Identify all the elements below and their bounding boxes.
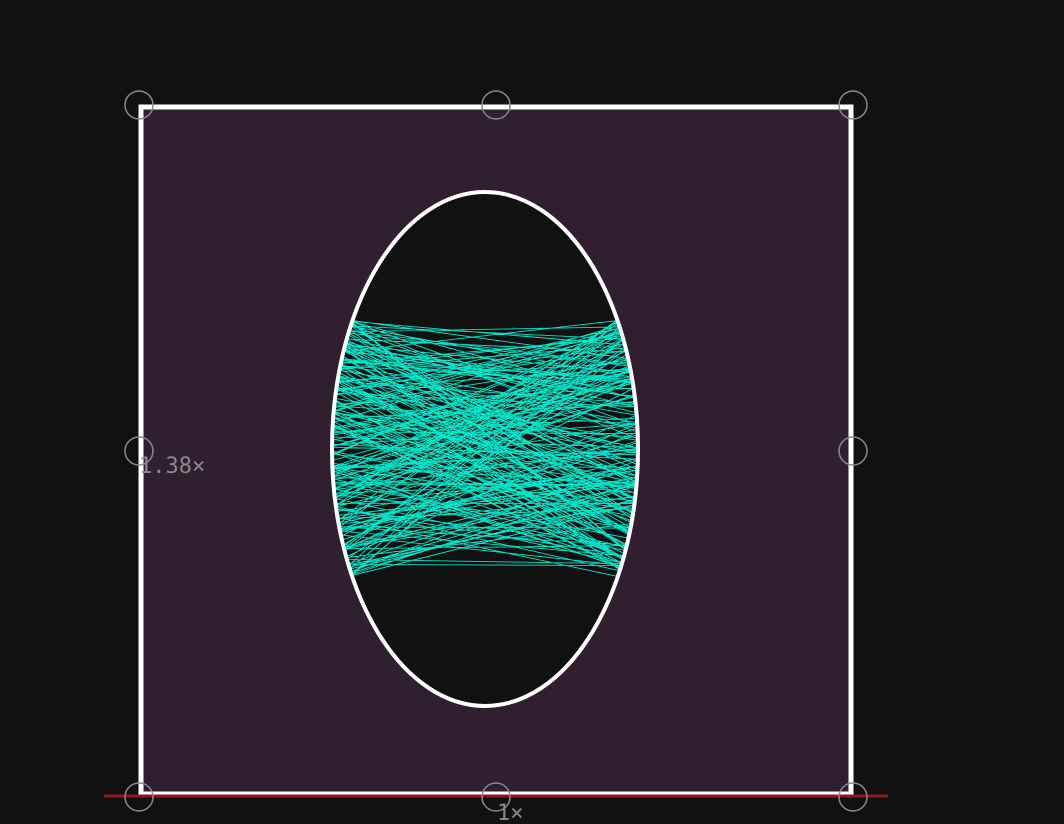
billiard-canvas: 1.38× 1× [0,0,1064,824]
horizontal-scale-label: 1× [497,801,524,824]
vertical-scale-label: 1.38× [139,454,206,479]
scene-svg [104,90,888,812]
